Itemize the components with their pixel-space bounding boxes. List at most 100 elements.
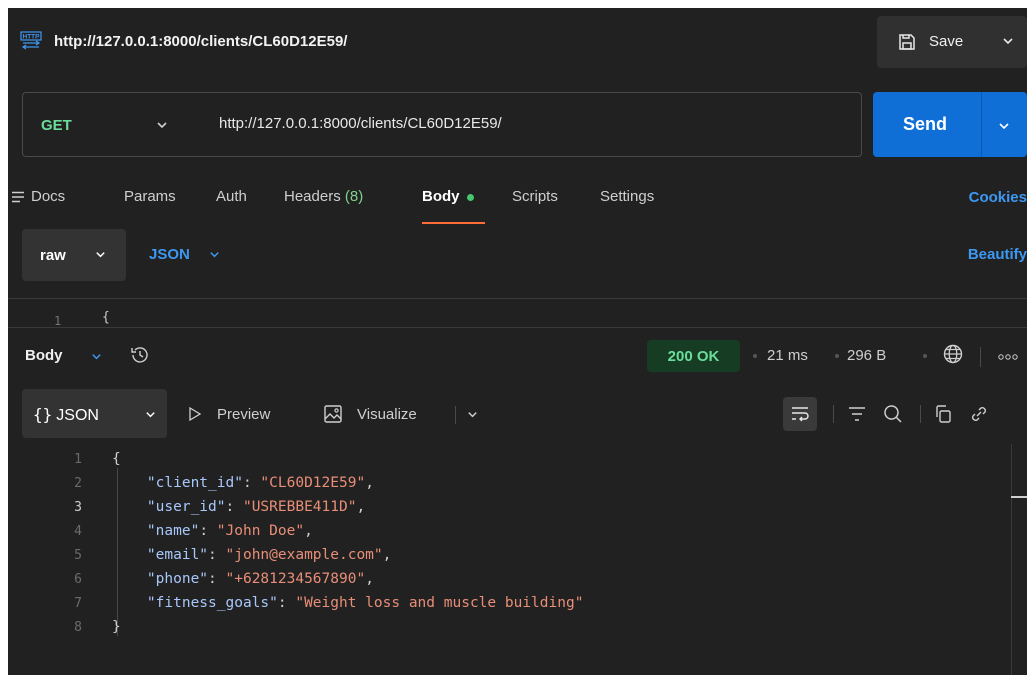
wrap-lines-icon [792, 407, 809, 422]
chevron-down-icon [96, 252, 105, 258]
body-modified-dot [466, 193, 474, 201]
response-section-title[interactable]: Body [25, 347, 63, 364]
response-format-select[interactable]: {} JSON [22, 389, 167, 438]
body-mode-select[interactable]: raw [22, 229, 126, 281]
punct: , [365, 475, 374, 491]
body-format-select[interactable]: JSON [149, 246, 190, 263]
tab-headers[interactable]: Headers (8) [284, 188, 363, 205]
beautify-link[interactable]: Beautify [968, 246, 1027, 263]
request-tabs: Docs Params Auth Headers (8) Body Script… [8, 186, 1027, 226]
json-key: "phone" [146, 571, 209, 587]
scrollbar-thumb[interactable] [1011, 496, 1027, 498]
close-brace: } [112, 619, 121, 635]
chevron-down-icon[interactable] [466, 408, 479, 421]
line-number: 1 [74, 452, 82, 467]
json-value: "+6281234567890" [225, 571, 366, 587]
http-request-icon: HTTP [20, 31, 42, 50]
json-key: "client_id" [146, 475, 243, 491]
status-code: 200 OK [667, 348, 720, 365]
divider [833, 405, 834, 423]
send-button-label: Send [903, 114, 948, 134]
response-time: 21 ms [767, 347, 808, 364]
json-value: "Weight loss and muscle building" [295, 595, 584, 611]
tab-docs-label: Docs [31, 188, 66, 205]
code-text: "fitness_goals": "Weight loss and muscle… [146, 595, 584, 611]
code-line: 8 } [8, 616, 1008, 640]
copy-icon[interactable] [932, 403, 954, 425]
request-title-url[interactable]: http://127.0.0.1:8000/clients/CL60D12E59… [54, 33, 347, 50]
save-button-group[interactable]: Save [877, 16, 1027, 68]
chevron-down-icon[interactable] [997, 119, 1011, 133]
divider [920, 405, 921, 423]
response-size: 296 B [847, 347, 887, 364]
history-icon[interactable] [128, 345, 150, 365]
line-number: 5 [74, 548, 82, 563]
request-header: HTTP http://127.0.0.1:8000/clients/CL60D… [8, 8, 1027, 78]
tab-params[interactable]: Params [124, 188, 176, 205]
request-body-editor[interactable]: 1 { [8, 298, 1027, 328]
line-number: 7 [74, 596, 82, 611]
response-format-label: {} JSON [33, 405, 99, 425]
tab-scripts[interactable]: Scripts [512, 188, 558, 205]
divider [980, 347, 981, 367]
tab-auth[interactable]: Auth [216, 188, 247, 205]
chevron-down-icon[interactable] [155, 118, 169, 132]
image-icon [324, 405, 342, 423]
active-tab-indicator [422, 222, 485, 224]
http-method-select[interactable]: GET [41, 117, 72, 134]
send-divider [981, 92, 982, 157]
code-text: "user_id": "USREBBE411D", [146, 499, 366, 515]
request-url-bar: GET http://127.0.0.1:8000/clients/CL60D1… [22, 92, 862, 157]
punct: , [356, 499, 366, 515]
save-button[interactable]: Save [929, 33, 963, 50]
tab-docs[interactable]: Docs [11, 188, 65, 205]
chevron-down-icon[interactable] [1001, 34, 1015, 48]
code-line: 6 "phone": "+6281234567890", [8, 568, 1008, 592]
preview-tab[interactable]: Preview [217, 406, 270, 423]
line-number: 2 [74, 476, 82, 491]
line-number: 1 [54, 314, 62, 328]
json-key: "fitness_goals" [146, 595, 278, 611]
code-line: 4 "name": "John Doe", [8, 520, 1008, 544]
headers-count-badge: (8) [344, 188, 364, 205]
line-number: 4 [74, 524, 82, 539]
svg-text:HTTP: HTTP [23, 34, 41, 41]
filter-icon[interactable] [846, 403, 868, 425]
cookies-link[interactable]: Cookies [969, 189, 1027, 206]
json-key: "name" [146, 523, 200, 539]
json-key: "user_id" [146, 499, 226, 515]
tab-headers-label: Headers [284, 188, 341, 205]
link-icon[interactable] [968, 403, 990, 425]
send-button[interactable]: Send [873, 92, 1027, 157]
response-body-viewer[interactable]: 1 { 2 "client_id": "CL60D12E59", 3 "user… [8, 444, 1027, 675]
code-text: "email": "john@example.com", [146, 547, 392, 563]
more-options-icon[interactable] [998, 353, 1018, 361]
visualize-tab[interactable]: Visualize [357, 406, 417, 423]
play-icon [189, 406, 202, 422]
json-value: "John Doe" [216, 523, 305, 539]
code-line: 7 "fitness_goals": "Weight loss and musc… [8, 592, 1008, 616]
open-brace: { [112, 451, 121, 467]
response-format-text: JSON [56, 407, 99, 424]
separator-dot [753, 354, 757, 358]
tab-body[interactable]: Body [422, 188, 474, 205]
punct: , [304, 523, 313, 539]
tab-settings[interactable]: Settings [600, 188, 654, 205]
code-text: } [112, 619, 121, 635]
separator-dot [923, 354, 927, 358]
punct: , [382, 547, 392, 563]
globe-icon[interactable] [942, 343, 964, 365]
url-input[interactable]: http://127.0.0.1:8000/clients/CL60D12E59… [219, 115, 502, 132]
json-value: "john@example.com" [225, 547, 383, 563]
docs-icon [12, 191, 24, 203]
chevron-down-icon[interactable] [90, 350, 103, 363]
json-key: "email" [146, 547, 209, 563]
chevron-down-icon[interactable] [208, 248, 221, 261]
search-icon[interactable] [882, 403, 904, 425]
line-number: 6 [74, 572, 82, 587]
punct: , [365, 571, 374, 587]
line-number: 3 [74, 500, 82, 515]
scrollbar-track[interactable] [1011, 444, 1012, 675]
wrap-lines-button[interactable] [783, 397, 817, 431]
save-icon [899, 34, 915, 50]
